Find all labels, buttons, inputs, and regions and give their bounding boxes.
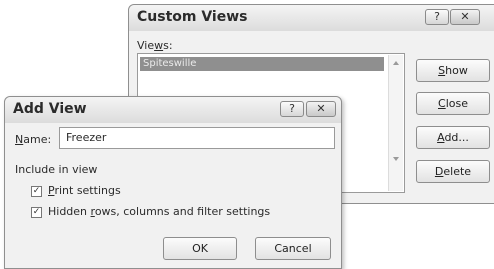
close-icon[interactable]: ✕ bbox=[450, 9, 480, 25]
scroll-up-icon[interactable] bbox=[393, 61, 399, 65]
scroll-down-icon[interactable] bbox=[393, 157, 399, 161]
add-button[interactable]: Add... bbox=[416, 126, 490, 149]
print-settings-checkbox[interactable]: ✓ bbox=[31, 186, 42, 197]
name-field[interactable]: Freezer bbox=[59, 127, 335, 149]
print-settings-label: Print settings bbox=[48, 184, 121, 197]
include-label: Include in view bbox=[15, 163, 98, 176]
show-button[interactable]: Show bbox=[416, 59, 490, 82]
add-view-titlebar: Add View ? ✕ bbox=[5, 97, 341, 123]
hidden-settings-label: Hidden rows, columns and filter settings bbox=[48, 205, 271, 218]
views-list-scrollbar[interactable] bbox=[388, 55, 403, 191]
close-button[interactable]: Close bbox=[416, 92, 490, 115]
views-list-item[interactable]: Spiteswille bbox=[140, 57, 384, 71]
custom-views-titlebar: Custom Views ? ✕ bbox=[129, 5, 494, 31]
views-label: Views: bbox=[137, 39, 173, 52]
hidden-settings-checkbox[interactable]: ✓ bbox=[31, 207, 42, 218]
add-view-dialog: Add View ? ✕ Name: Freezer Include in vi… bbox=[4, 96, 342, 269]
delete-button[interactable]: Delete bbox=[416, 160, 490, 183]
custom-views-title: Custom Views bbox=[137, 9, 248, 25]
help-icon[interactable]: ? bbox=[425, 9, 449, 25]
ok-button[interactable]: OK bbox=[163, 237, 237, 260]
help-icon[interactable]: ? bbox=[280, 101, 304, 117]
close-icon[interactable]: ✕ bbox=[306, 101, 336, 117]
name-label: Name: bbox=[15, 133, 52, 146]
add-view-title: Add View bbox=[13, 101, 87, 117]
cancel-button[interactable]: Cancel bbox=[255, 237, 331, 260]
